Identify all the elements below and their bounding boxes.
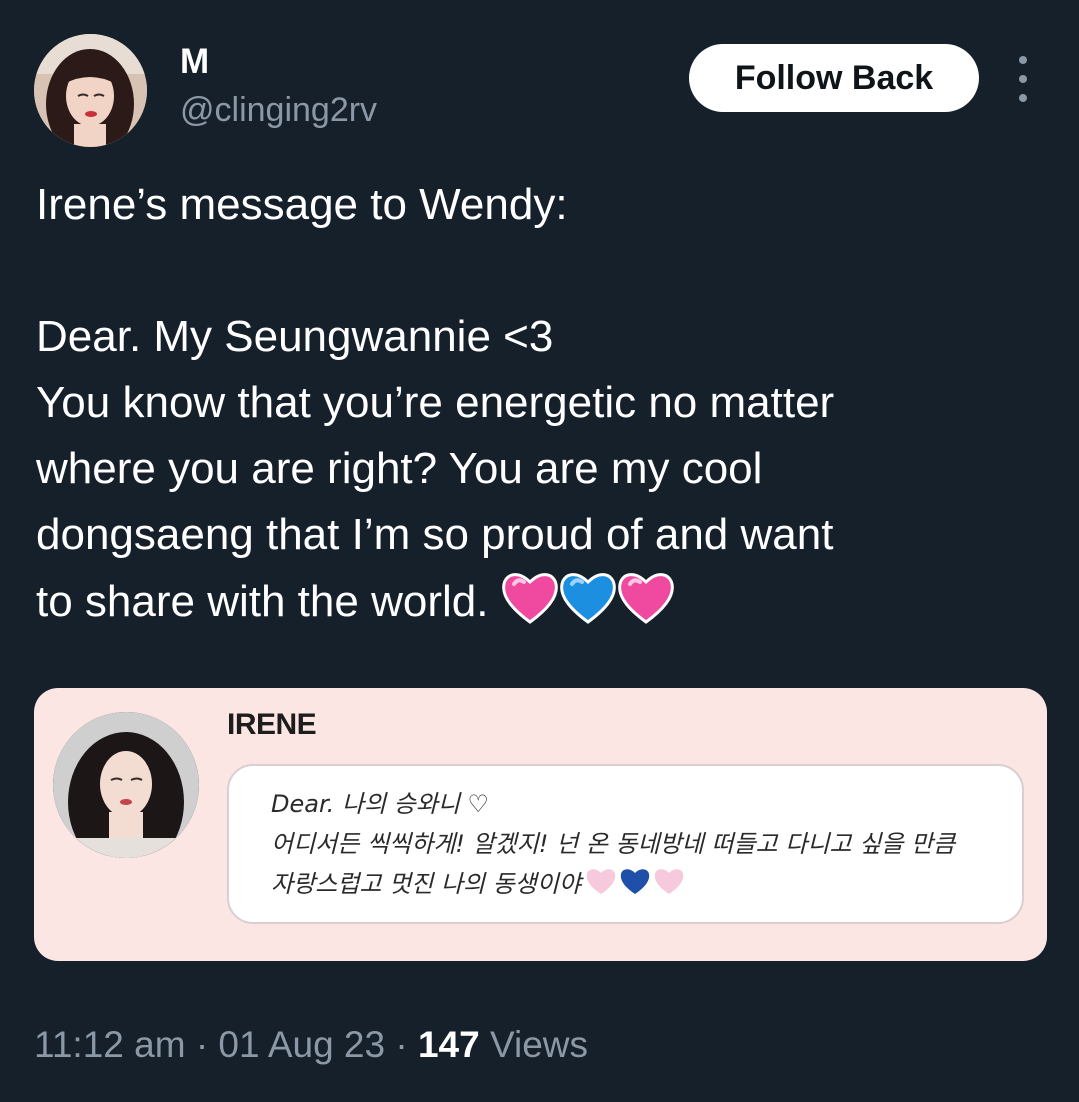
- tweet-container: M @clinging2rv Follow Back Irene’s messa…: [0, 0, 1079, 1102]
- user-avatar[interactable]: [34, 34, 147, 147]
- mini-hearts-icon: [585, 866, 689, 908]
- tweet-line: dongsaeng that I’m so proud of and want: [36, 510, 834, 559]
- card-avatar: [53, 712, 199, 858]
- note-line: Dear. 나의 승와니 ♡: [271, 790, 490, 818]
- dot: [1019, 94, 1027, 102]
- separator: ·: [195, 1024, 209, 1065]
- tweet-line: Irene’s message to Wendy:: [36, 180, 568, 229]
- tweet-text: Irene’s message to Wendy: Dear. My Seung…: [36, 172, 1036, 645]
- tweet-line: You know that you’re energetic no matter: [36, 378, 835, 427]
- views-count[interactable]: 147: [418, 1024, 480, 1065]
- handwritten-note: Dear. 나의 승와니 ♡ 어디서든 씩씩하게! 알겠지! 넌 온 동네방네 …: [271, 784, 955, 908]
- tweet-date[interactable]: 01 Aug 23: [218, 1024, 385, 1065]
- avatar-image: [34, 34, 147, 147]
- note-line: 어디서든 씩씩하게! 알겠지! 넌 온 동네방네 떠들고 다니고 싶을 만큼: [271, 830, 956, 858]
- heart-emoji-group: [500, 568, 680, 645]
- follow-back-button[interactable]: Follow Back: [689, 44, 979, 112]
- blue-heart-icon: [560, 573, 617, 624]
- card-avatar-image: [53, 712, 199, 858]
- media-image[interactable]: IRENE Dear. 나의 승와니 ♡ 어디서든 씩씩하게! 알겠지! 넌 온…: [34, 688, 1047, 961]
- dot: [1019, 75, 1027, 83]
- tweet-line-text: to share with the world.: [36, 577, 489, 626]
- pink-heart-icon: [502, 573, 559, 624]
- user-handle[interactable]: @clinging2rv: [180, 90, 377, 130]
- tweet-line: Dear. My Seungwannie <3: [36, 312, 554, 361]
- more-options-icon[interactable]: [1006, 56, 1040, 102]
- message-bubble: Dear. 나의 승와니 ♡ 어디서든 씩씩하게! 알겠지! 넌 온 동네방네 …: [227, 764, 1024, 924]
- tweet-time[interactable]: 11:12 am: [34, 1024, 186, 1065]
- tweet-metadata: 11:12 am · 01 Aug 23 · 147 Views: [34, 1022, 588, 1068]
- note-line-last: 자랑스럽고 멋진 나의 동생이야: [271, 864, 955, 908]
- card-name: IRENE: [227, 708, 317, 741]
- views-label: Views: [490, 1024, 589, 1065]
- pink-heart-icon: [618, 573, 675, 624]
- dot: [1019, 56, 1027, 64]
- separator: ·: [395, 1024, 408, 1065]
- tweet-line: where you are right? You are my cool: [36, 444, 763, 493]
- display-name[interactable]: M: [180, 42, 209, 82]
- note-line-text: 자랑스럽고 멋진 나의 동생이야: [271, 870, 581, 898]
- tweet-line-last: to share with the world.: [36, 568, 1036, 645]
